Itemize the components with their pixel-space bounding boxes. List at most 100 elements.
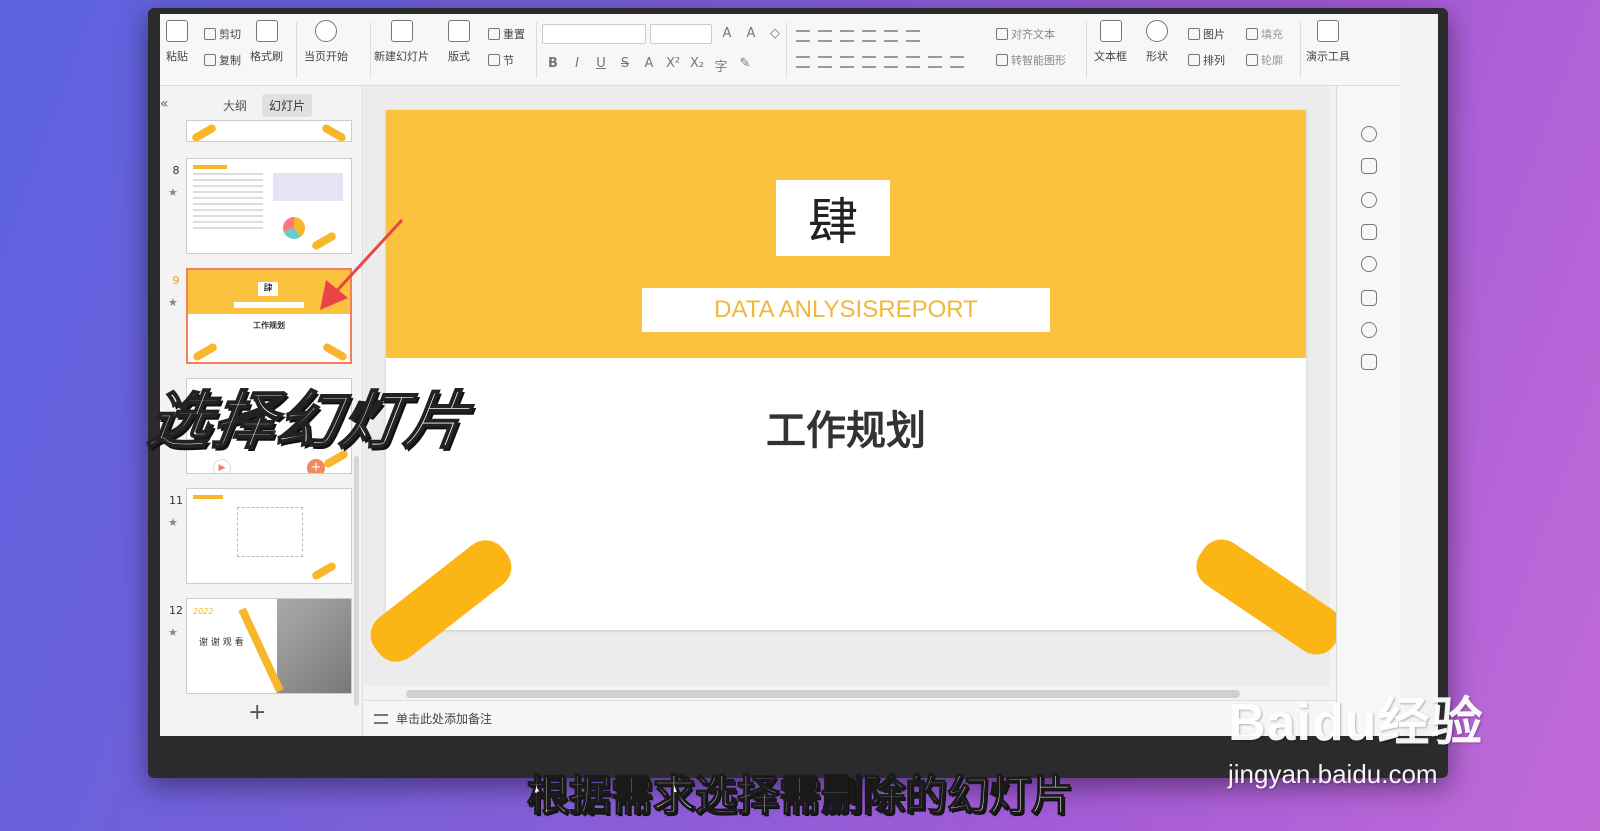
- thumb-glyph: 肆: [258, 282, 278, 296]
- clear-format-icon[interactable]: ◇: [768, 26, 782, 41]
- line-spacing-icon[interactable]: [906, 30, 920, 42]
- spacing-before-icon[interactable]: [928, 56, 942, 68]
- new-slide-label: 新建幻灯片: [374, 50, 429, 63]
- canvas-horizontal-scrollbar[interactable]: [406, 690, 1240, 698]
- slide-title[interactable]: 工作规划: [386, 398, 1306, 456]
- help-icon[interactable]: [1361, 256, 1377, 272]
- smart-shape-button[interactable]: 转智能图形: [996, 52, 1066, 68]
- picture-button[interactable]: 图片: [1188, 26, 1225, 42]
- font-size-select[interactable]: [650, 24, 712, 44]
- highlight-icon[interactable]: ✎: [738, 56, 752, 75]
- increase-indent-icon[interactable]: [862, 30, 876, 42]
- slide-thumbnail-11[interactable]: [186, 488, 352, 584]
- bullet-list-icon[interactable]: [796, 30, 810, 42]
- collapse-panel-icon[interactable]: «: [160, 96, 169, 112]
- report-subtitle[interactable]: DATA ANLYSISREPORT: [642, 288, 1050, 332]
- tab-slides[interactable]: 幻灯片: [262, 94, 313, 117]
- decrease-indent-icon[interactable]: [840, 30, 854, 42]
- subscript-icon[interactable]: X₂: [690, 56, 704, 75]
- thumb-year: 2022: [193, 607, 214, 616]
- slide-thumbnail-12[interactable]: 2022 谢 谢 观 看: [186, 598, 352, 694]
- decor-bar: [321, 342, 349, 362]
- layout-button[interactable]: 版式: [448, 20, 470, 64]
- add-slide-icon[interactable]: +: [248, 700, 266, 725]
- separator: [536, 22, 537, 78]
- current-slide[interactable]: 肆 DATA ANLYSISREPORT 工作规划: [386, 110, 1306, 630]
- star-icon[interactable]: [1361, 192, 1377, 208]
- thumb-subtitle-box: [234, 302, 304, 308]
- separator: [786, 22, 787, 78]
- copy-button[interactable]: 复制: [204, 52, 241, 68]
- thumb-table: [193, 173, 263, 233]
- fill-label: 填充: [1261, 28, 1283, 41]
- decor-bar: [320, 123, 348, 141]
- separator: [1086, 22, 1087, 78]
- distribute-icon[interactable]: [884, 56, 898, 68]
- textbox-label: 文本框: [1094, 50, 1127, 63]
- spacing-after-icon[interactable]: [950, 56, 964, 68]
- paste-button[interactable]: 粘贴: [166, 20, 188, 64]
- outline-button[interactable]: 轮廓: [1246, 52, 1283, 68]
- outline-icon: [1246, 54, 1258, 66]
- justify-icon[interactable]: [862, 56, 876, 68]
- paste-label: 粘贴: [166, 50, 188, 63]
- animation-star-icon: ★: [168, 296, 178, 309]
- align-center-icon[interactable]: [818, 56, 832, 68]
- box-icon[interactable]: [1361, 354, 1377, 370]
- brush-icon: [255, 20, 278, 42]
- slide-canvas: 肆 DATA ANLYSISREPORT 工作规划: [361, 86, 1351, 686]
- column-icon[interactable]: [906, 56, 920, 68]
- shape-icon: [1146, 20, 1168, 42]
- copy-slide-icon[interactable]: [1361, 224, 1377, 240]
- phonetic-icon[interactable]: 字: [714, 56, 728, 75]
- thumb-header: [193, 165, 227, 169]
- right-sidebar: [1336, 86, 1400, 736]
- italic-icon[interactable]: I: [570, 56, 584, 75]
- align-left-icon[interactable]: [796, 56, 810, 68]
- rocket-icon[interactable]: [1361, 126, 1377, 142]
- notes-icon: [374, 713, 388, 724]
- text-format-controls: B I U S A X² X₂ 字 ✎: [546, 56, 752, 75]
- location-icon[interactable]: [1361, 322, 1377, 338]
- play-slide-icon[interactable]: ▶: [213, 459, 231, 473]
- text-direction-icon[interactable]: [884, 30, 898, 42]
- align-text-icon: [996, 28, 1008, 40]
- play-from-current-button[interactable]: 当页开始: [304, 20, 348, 64]
- underline-icon[interactable]: U: [594, 56, 608, 75]
- bold-icon[interactable]: B: [546, 56, 560, 75]
- chapter-glyph[interactable]: 肆: [776, 180, 890, 256]
- animation-star-icon: ★: [168, 626, 178, 639]
- layout-label: 版式: [448, 50, 470, 63]
- font-color-icon[interactable]: A: [642, 56, 656, 75]
- slide-thumbnail-7[interactable]: [186, 120, 352, 142]
- superscript-icon[interactable]: X²: [666, 56, 680, 75]
- thumb-photo: [277, 599, 351, 693]
- tab-outline[interactable]: 大纲: [216, 94, 254, 117]
- presenter-tools-button[interactable]: 演示工具: [1306, 20, 1350, 64]
- numbered-list-icon[interactable]: [818, 30, 832, 42]
- add-slide-after-icon[interactable]: +: [307, 459, 325, 473]
- font-size-controls: A A ◇: [720, 26, 782, 41]
- strikethrough-icon[interactable]: S: [618, 56, 632, 75]
- shape-button[interactable]: 形状: [1146, 20, 1168, 64]
- arrow-shaft: [330, 218, 404, 298]
- grow-font-icon[interactable]: A: [720, 26, 734, 41]
- fill-button[interactable]: 填充: [1246, 26, 1283, 42]
- cut-button[interactable]: 剪切: [204, 26, 241, 42]
- arrange-button[interactable]: 排列: [1188, 52, 1225, 68]
- thumb-header: [193, 495, 223, 499]
- new-slide-icon: [390, 20, 413, 42]
- align-right-icon[interactable]: [840, 56, 854, 68]
- font-family-select[interactable]: [542, 24, 646, 44]
- share-icon[interactable]: [1361, 290, 1377, 306]
- reset-button[interactable]: 重置: [488, 26, 525, 42]
- textbox-button[interactable]: 文本框: [1094, 20, 1127, 64]
- align-text-button[interactable]: 对齐文本: [996, 26, 1055, 42]
- panel-scrollbar[interactable]: [354, 456, 359, 706]
- section-icon: [488, 54, 500, 66]
- shrink-font-icon[interactable]: A: [744, 26, 758, 41]
- adjust-icon[interactable]: [1361, 158, 1377, 174]
- format-painter-button[interactable]: 格式刷: [250, 20, 283, 64]
- new-slide-button[interactable]: 新建幻灯片: [374, 20, 429, 64]
- section-button[interactable]: 节: [488, 52, 514, 68]
